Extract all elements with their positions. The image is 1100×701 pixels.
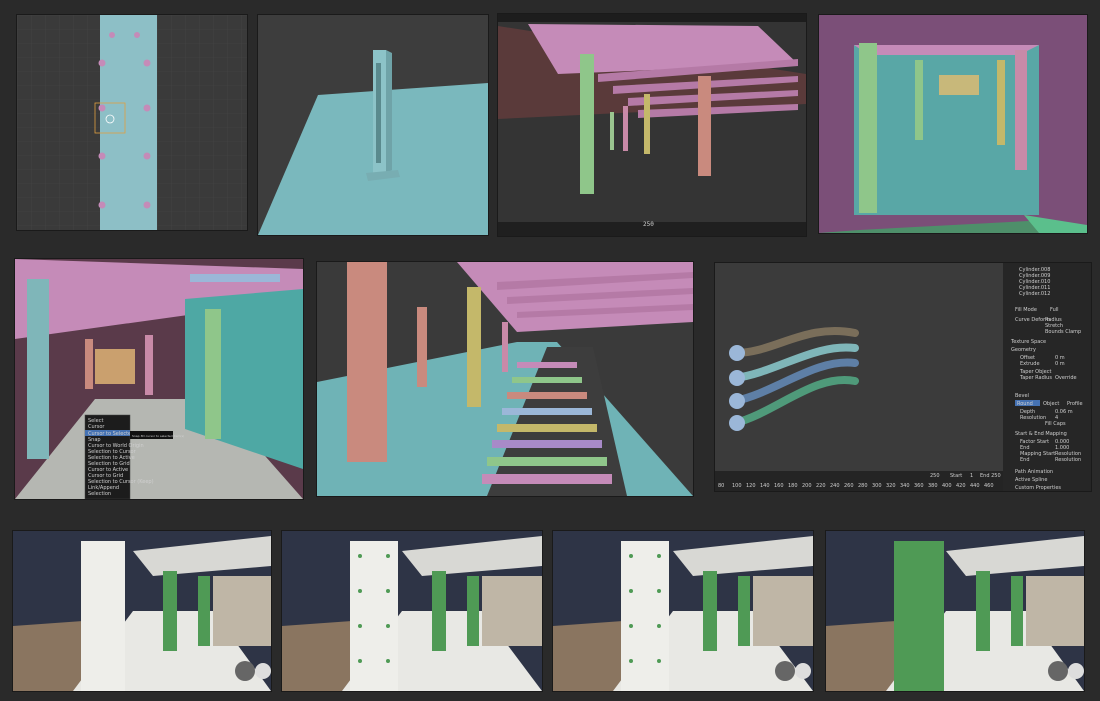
curve-objects-editor[interactable]: Cylinder.008 Cylinder.009 Cylinder.010 C… (714, 262, 1092, 492)
column-green (580, 54, 594, 194)
outliner-item[interactable]: Cylinder.012 (1019, 291, 1050, 297)
timeline-start-value: 1 (970, 473, 973, 479)
timeline-tick: 80 (718, 483, 724, 489)
station-overview-viewport[interactable]: 250 (497, 13, 807, 237)
timeline-tick: 140 (760, 483, 770, 489)
extrude-label: Extrude (1020, 361, 1040, 367)
bevel-round-tab[interactable]: Round (1017, 401, 1033, 407)
render-viewport-3[interactable] (552, 530, 814, 692)
timeline-tick: 400 (942, 483, 952, 489)
timeline-tick: 100 (732, 483, 742, 489)
bevel-profile-tab[interactable]: Profile (1067, 401, 1083, 407)
mapping-end-label: End (1020, 457, 1030, 463)
white-column-studded (350, 541, 398, 691)
geometry-panel[interactable]: Geometry (1011, 347, 1036, 353)
timeline-tick: 180 (788, 483, 798, 489)
bevel-object-tab[interactable]: Object (1043, 401, 1059, 407)
column-salmon (698, 76, 711, 176)
timeline-tick: 460 (984, 483, 994, 489)
menu-item[interactable]: Selection (88, 491, 111, 497)
fill-mode-value[interactable]: Full (1050, 307, 1059, 313)
platform-context-menu-viewport[interactable]: Select Cursor Cursor to Selected Snap Cu… (14, 258, 304, 500)
custom-properties-panel[interactable]: Custom Properties (1015, 485, 1061, 491)
render-viewport-1[interactable] (12, 530, 272, 692)
timeline-frame: 250 (643, 221, 654, 228)
path-animation-panel[interactable]: Path Animation (1015, 469, 1053, 475)
timeline-tick: 260 (844, 483, 854, 489)
render-viewport-4[interactable] (825, 530, 1085, 692)
timeline-tick: 440 (970, 483, 980, 489)
timeline-tick: 220 (816, 483, 826, 489)
active-spline-panel[interactable]: Active Spline (1015, 477, 1047, 483)
start-end-panel[interactable]: Start & End Mapping (1015, 431, 1067, 437)
mapping-end-value[interactable]: Resolution (1055, 457, 1081, 463)
timeline-tick: 360 (914, 483, 924, 489)
fill-caps-checkbox[interactable]: Fill Caps (1045, 421, 1066, 427)
texture-space-panel[interactable]: Texture Space (1010, 339, 1046, 345)
corridor-viewport[interactable] (818, 14, 1088, 234)
timeline-tick: 320 (886, 483, 896, 489)
taper-radius-label: Taper Radius (1019, 375, 1052, 381)
timeline-tick: 240 (830, 483, 840, 489)
bevel-panel[interactable]: Bevel (1015, 393, 1029, 399)
fill-mode-label: Fill Mode (1015, 307, 1037, 313)
column-on-platform-viewport[interactable] (257, 14, 489, 236)
timeline-tick: 160 (774, 483, 784, 489)
bounds-clamp-checkbox[interactable]: Bounds Clamp (1045, 329, 1081, 335)
render-viewport-2[interactable] (281, 530, 543, 692)
white-column (81, 541, 125, 691)
white-column-studded (621, 541, 669, 691)
green-column (894, 541, 944, 691)
track-viewport[interactable] (316, 261, 694, 497)
timeline-tick: 340 (900, 483, 910, 489)
timeline-tick: 200 (802, 483, 812, 489)
timeline-tick: 380 (928, 483, 938, 489)
timeline-tick: 120 (746, 483, 756, 489)
timeline-tick: 300 (872, 483, 882, 489)
timeline-start-label: Start (950, 473, 962, 479)
timeline-tick: 420 (956, 483, 966, 489)
timeline-end-value: End 250 (980, 473, 1001, 479)
timeline-tick: 280 (858, 483, 868, 489)
menu-item[interactable]: Cursor (88, 424, 105, 430)
column-salmon-front (347, 262, 387, 462)
extrude-value[interactable]: 0 m (1055, 361, 1065, 367)
column-top-view-viewport[interactable] (16, 14, 248, 231)
resolution-label: Resolution (1020, 415, 1046, 421)
timeline-frame: 250 (930, 473, 940, 479)
tooltip-text: Snap 3D cursor to selected item(s) (132, 434, 184, 438)
taper-radius-value[interactable]: Override (1055, 375, 1077, 381)
